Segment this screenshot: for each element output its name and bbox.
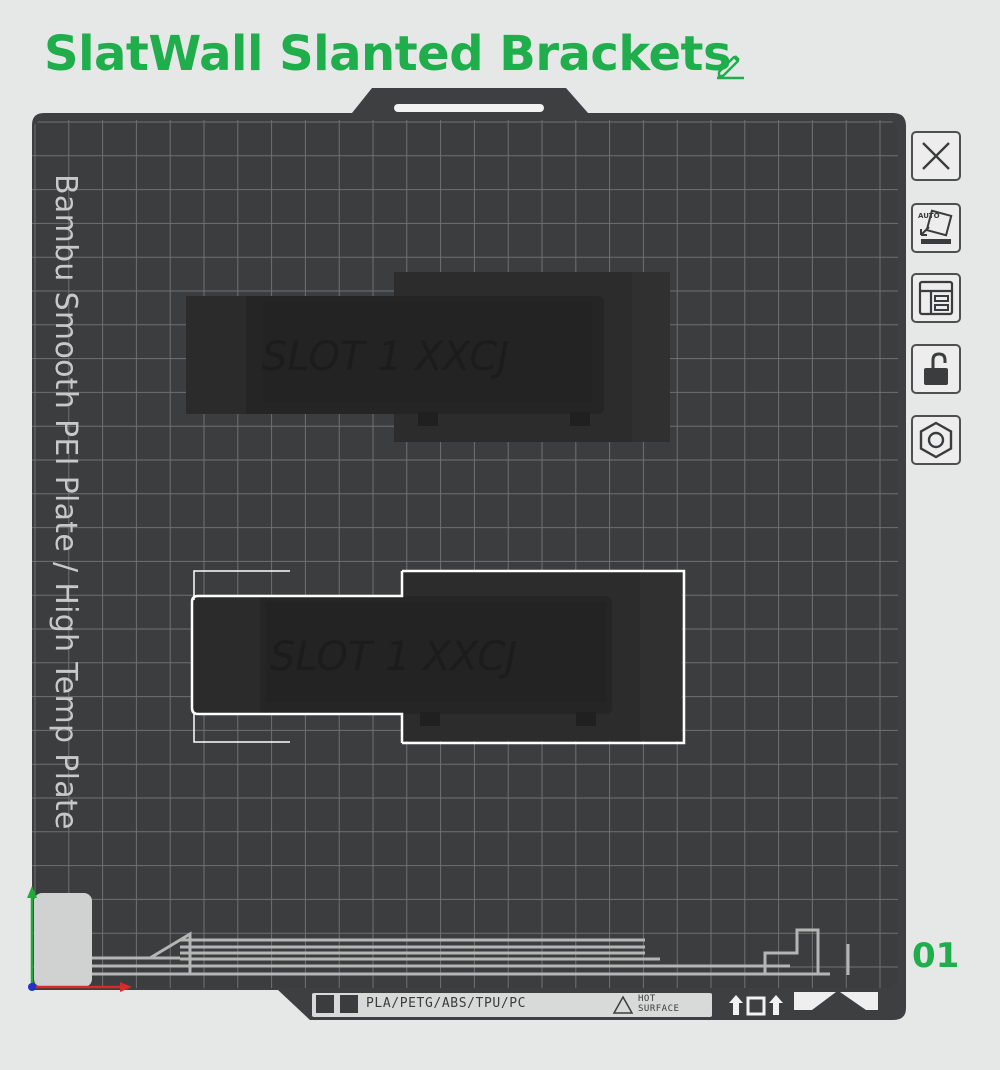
- supported-materials: PLA/PETG/ABS/TPU/PC: [366, 996, 527, 1011]
- plate-number[interactable]: 01: [912, 936, 959, 976]
- bed-surface[interactable]: [32, 120, 898, 988]
- close-button[interactable]: [911, 131, 961, 181]
- build-plate[interactable]: SLOT 1 XXCJ SLOT 1 XXCJ: [0, 0, 1000, 1070]
- auto-orient-button[interactable]: AUTO: [911, 203, 961, 253]
- hexagon-nut-icon: [919, 421, 953, 459]
- bracket-1-emboss-text: SLOT 1 XXCJ: [262, 334, 509, 380]
- plate-settings-button[interactable]: [911, 415, 961, 465]
- auto-orient-icon: AUTO: [918, 209, 953, 244]
- unlock-icon: [924, 352, 948, 385]
- lock-button[interactable]: [911, 344, 961, 394]
- material-strip: PLA/PETG/ABS/TPU/PC HOT SURFACE: [312, 993, 712, 1017]
- arrange-button[interactable]: [911, 273, 961, 323]
- arrange-icon: [918, 280, 954, 316]
- plate-handle: [394, 104, 544, 112]
- warning-icon: [612, 995, 634, 1014]
- bracket-2-emboss-text: SLOT 1 XXCJ: [270, 634, 517, 680]
- close-icon: [922, 142, 950, 170]
- hot-surface-label: HOT SURFACE: [638, 994, 680, 1014]
- orientation-arrows-icon: [729, 995, 783, 1016]
- plate-logo-icon: [316, 995, 334, 1013]
- plate-type-label: Bambu Smooth PEI Plate / High Temp Plate: [48, 174, 83, 830]
- plate-type-icon: [340, 995, 358, 1013]
